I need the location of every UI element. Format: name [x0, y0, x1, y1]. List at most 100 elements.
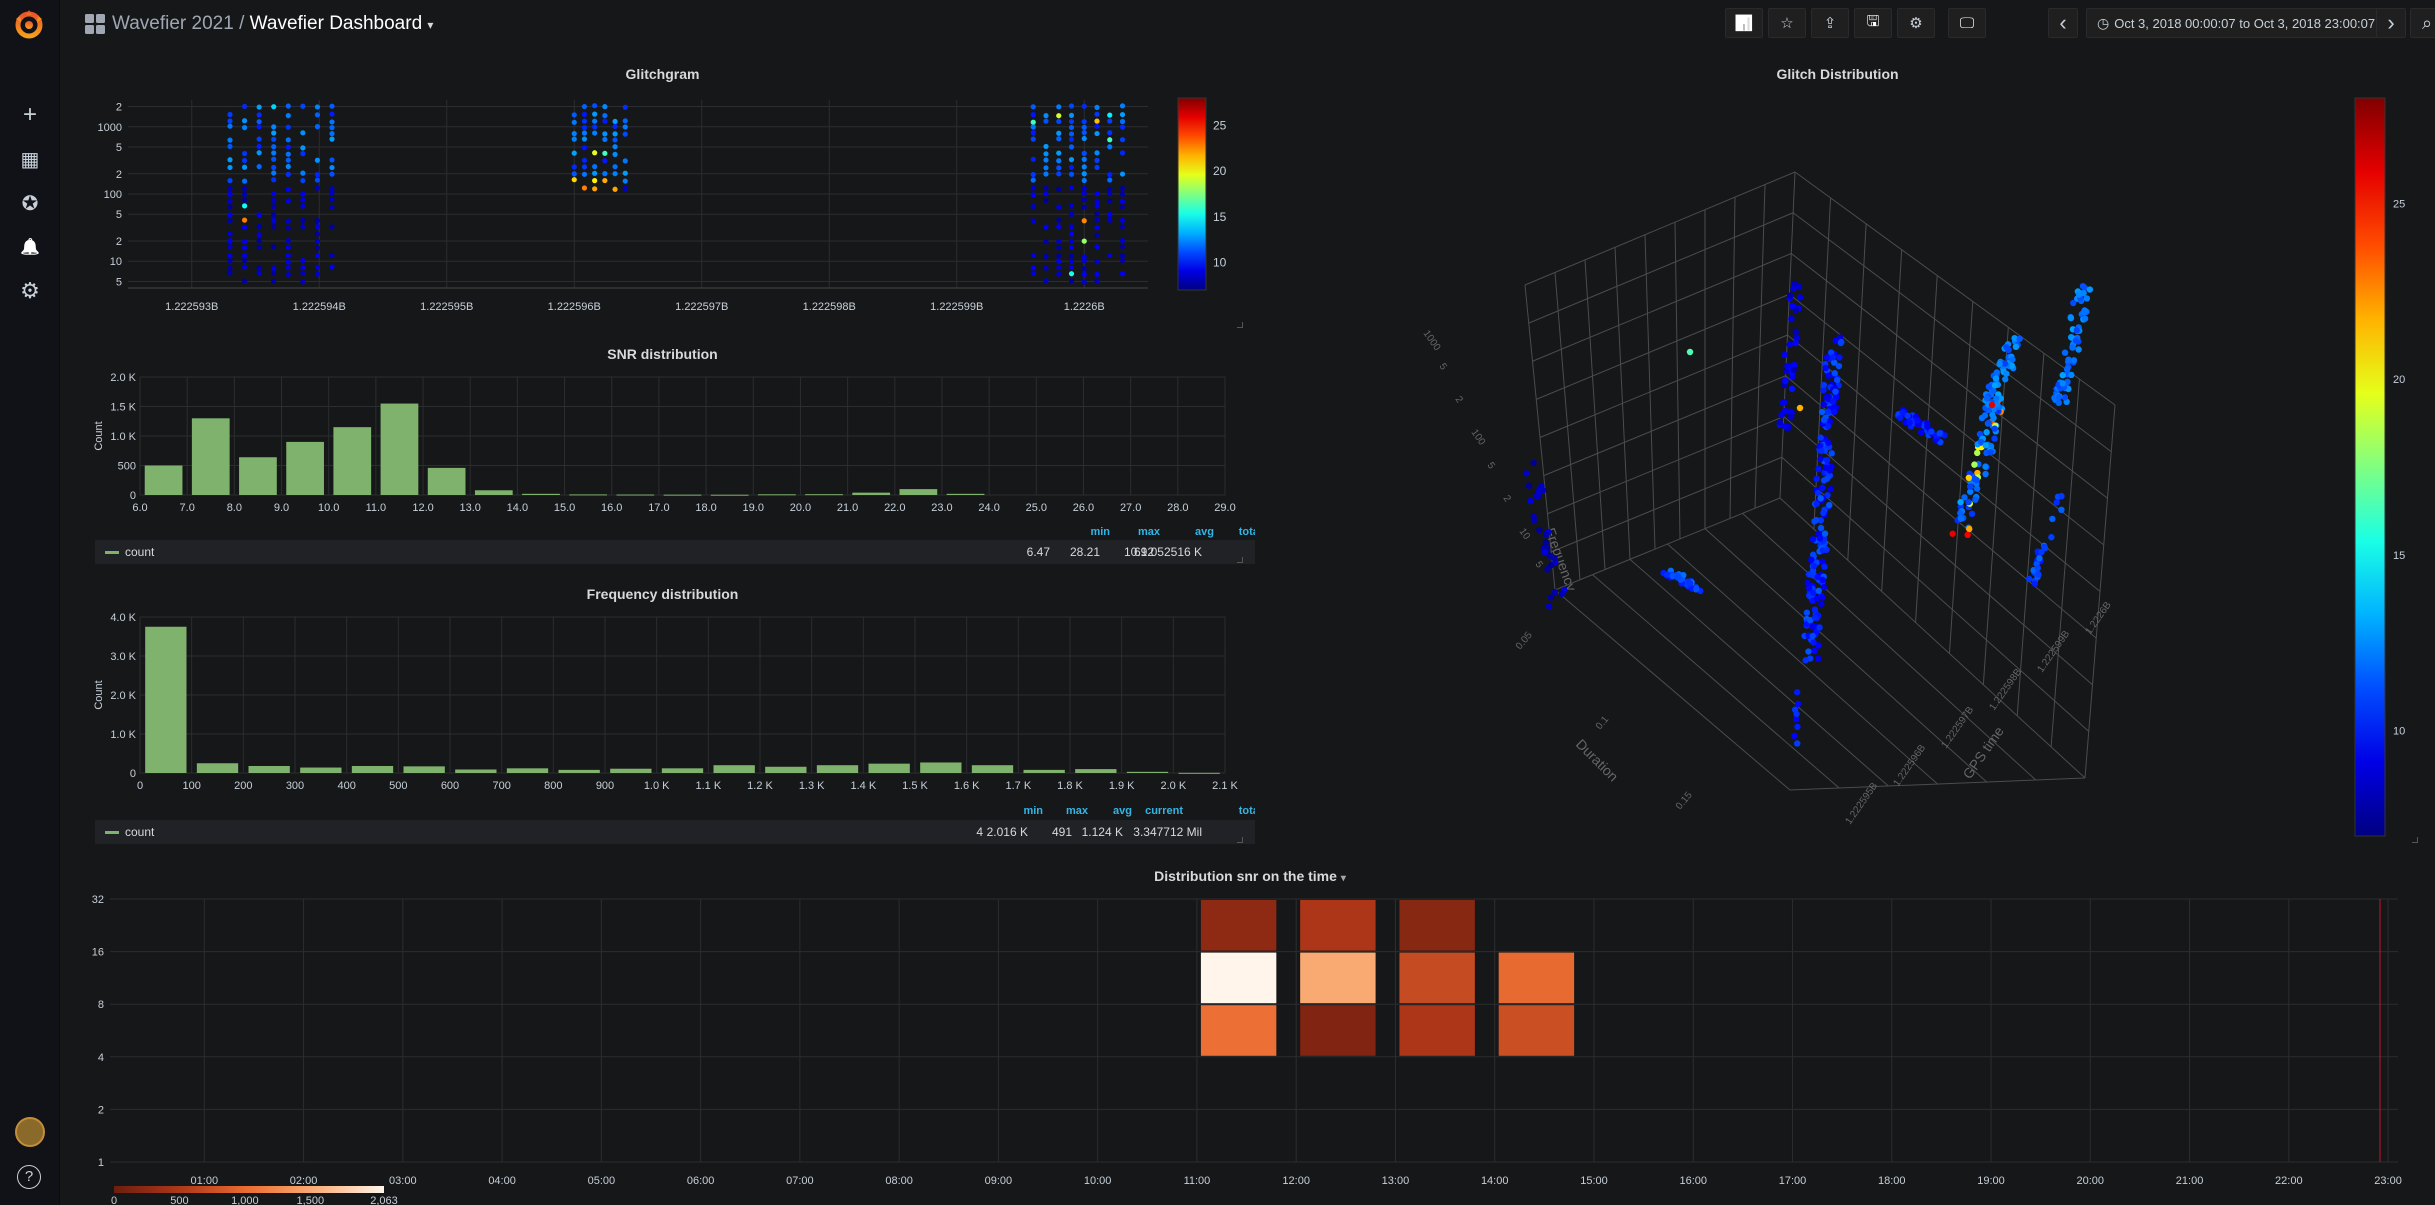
- snr-time-heatmap[interactable]: 32 16 8 4 2 1 01:00 02:00 03:00 04:00 05:00 06:00 07…: [80, 858, 2420, 1205]
- avatar[interactable]: [15, 1117, 45, 1147]
- gear-icon[interactable]: ⚙: [15, 276, 45, 306]
- frequency-bar-chart[interactable]: 4.0 K 3.0 K 2.0 K 1.0 K 00 100 200 300 400 500 600…: [80, 580, 1245, 800]
- y-tick-label: 2: [98, 1104, 104, 1116]
- glitch-point: [571, 136, 577, 142]
- glitch-point: [1793, 710, 1800, 718]
- panel-resize-handle[interactable]: [1237, 837, 1243, 843]
- dashboards-icon[interactable]: ▦: [15, 144, 45, 174]
- legend-series-name[interactable]: count: [125, 545, 154, 559]
- zoom-out-button[interactable]: ⌕: [2410, 8, 2435, 38]
- legend-series-name[interactable]: count: [125, 825, 154, 839]
- time-range-picker[interactable]: ◷ Oct 3, 2018 00:00:07 to Oct 3, 2018 23…: [2086, 8, 2386, 38]
- glitch-point: [1815, 642, 1822, 649]
- x-tick-label: 18.0: [695, 502, 716, 514]
- add-panel-button[interactable]: 📊: [1725, 8, 1763, 38]
- legend-row[interactable]: count 6.47 28.21 10.12 69.052516 K: [95, 540, 1305, 564]
- colorbar-tick-label: 10: [1213, 256, 1227, 270]
- glitch-point: [1068, 103, 1075, 109]
- legend-head-total[interactable]: total: [1122, 805, 1262, 817]
- glitch-point: [622, 131, 628, 137]
- plus-icon[interactable]: +: [15, 100, 45, 130]
- save-button[interactable]: 🖫: [1854, 8, 1892, 38]
- x-tick-label: 08:00: [885, 1175, 913, 1187]
- y-tick-label: 0: [130, 768, 136, 780]
- x-tick-label: 28.0: [1167, 502, 1188, 514]
- panel-resize-handle[interactable]: [1237, 557, 1243, 563]
- glitch-point: [285, 198, 291, 204]
- x-tick-label: 100: [182, 780, 200, 792]
- glitch-point: [1081, 164, 1087, 170]
- glitch-point: [300, 178, 306, 184]
- help-icon[interactable]: ?: [17, 1165, 41, 1189]
- glitch-point: [1996, 360, 2003, 368]
- explore-compass-icon[interactable]: ✪: [15, 188, 45, 218]
- glitch-point: [2063, 365, 2071, 373]
- legend-head-total[interactable]: total: [1122, 526, 1262, 538]
- chevron-left-icon: ‹: [2059, 10, 2067, 35]
- legend-row[interactable]: count 4 2.016 K 491 1.124 K 3.347712 Mil: [95, 820, 1305, 844]
- glitch-point: [1530, 459, 1537, 467]
- glitch-point: [329, 164, 335, 171]
- glitch-point: [1686, 580, 1694, 587]
- glitch-point: [1094, 157, 1100, 163]
- alert-bell-icon[interactable]: 🔔: [15, 232, 45, 262]
- gps-tick-label: 1.222596B: [1891, 743, 1928, 789]
- tv-mode-button[interactable]: 🖵: [1948, 8, 1986, 38]
- glitch-point: [1974, 449, 1981, 457]
- breadcrumb[interactable]: Wavefier 2021 / Wavefier Dashboard ▾: [112, 13, 433, 35]
- glitch-point: [2036, 554, 2043, 562]
- glitch-point: [1793, 334, 1801, 341]
- glitch-point: [1992, 375, 2000, 382]
- grid-line: [1539, 334, 1788, 438]
- star-button[interactable]: ☆: [1768, 8, 1806, 38]
- panel-resize-handle[interactable]: [1237, 322, 1243, 328]
- glitchgram-chart[interactable]: 2 1000 5 2 100 5 2 10 5 1.222593B 1.222594B 1.22259…: [80, 60, 1245, 330]
- glitch-distribution-3d-chart[interactable]: FrequencyDuration GPS time100052100521050…: [1255, 60, 2420, 845]
- breadcrumb-folder[interactable]: Wavefier 2021: [112, 13, 234, 34]
- time-forward-button[interactable]: ›: [2376, 8, 2406, 38]
- heatmap-cell: [1399, 1005, 1475, 1056]
- glitch-point: [1107, 112, 1113, 118]
- glitch-point: [241, 217, 248, 223]
- glitch-point: [256, 119, 262, 125]
- x-tick-label: 1.0 K: [644, 780, 670, 792]
- snr-time-heatmap-panel[interactable]: Distribution snr on the time ▾ 32 16 8 4 2 1 0…: [80, 858, 2420, 1205]
- grid-line: [1667, 543, 1938, 785]
- glitch-point: [314, 177, 321, 183]
- glitchgram-panel[interactable]: Glitchgram 2 1000 5 2 100 5 2 10 5 1.222593B 1.222…: [80, 60, 1245, 330]
- glitch-point: [1107, 130, 1113, 136]
- x-tick-label: 21:00: [2176, 1175, 2204, 1187]
- glitch-point: [1043, 157, 1049, 163]
- glitch-point: [1043, 171, 1049, 177]
- heatmap-cell: [1200, 900, 1277, 951]
- frequency-distribution-panel[interactable]: Frequency distribution 4.0 K 3.0 K 2.0 K 1.…: [80, 580, 1305, 845]
- y-tick-label: 8: [98, 999, 104, 1011]
- glitch-point: [2059, 380, 2066, 387]
- glitch-point: [1068, 124, 1075, 131]
- heatmap-cell: [1300, 1005, 1376, 1056]
- dashboard-title[interactable]: Wavefier Dashboard: [250, 13, 422, 34]
- glitch-point: [581, 118, 588, 124]
- glitch-distribution-panel[interactable]: Glitch Distribution Frequency Duration GPS…: [1255, 60, 2420, 845]
- bar: [300, 767, 342, 773]
- grafana-logo-icon[interactable]: [12, 8, 46, 42]
- glitch-point: [1119, 224, 1126, 230]
- time-back-button[interactable]: ‹: [2048, 8, 2078, 38]
- glitch-point: [241, 252, 248, 259]
- panel-resize-handle[interactable]: [2412, 837, 2418, 843]
- settings-button[interactable]: ⚙: [1897, 8, 1935, 38]
- glitch-point: [1816, 624, 1823, 631]
- snr-distribution-panel[interactable]: SNR distribution 2.0 K 1.5 K 1.0 K 500 0 6.0 7…: [80, 340, 1305, 565]
- glitch-point: [1788, 385, 1796, 393]
- x-tick-label: 16.0: [601, 502, 622, 514]
- y-axis-label: Count: [93, 421, 105, 450]
- glitch-point: [1094, 232, 1100, 238]
- glitch-point: [1807, 571, 1814, 578]
- glitch-point: [1030, 124, 1036, 130]
- glitch-point: [571, 150, 577, 156]
- snr-bar-chart[interactable]: 2.0 K 1.5 K 1.0 K 500 06.0 7.0 8.0 9.0 10.0 11.0 1…: [80, 340, 1245, 520]
- chevron-down-icon[interactable]: ▾: [427, 18, 433, 32]
- share-button[interactable]: ⇪: [1811, 8, 1849, 38]
- glitch-point: [1056, 113, 1062, 119]
- glitch-point: [581, 111, 588, 117]
